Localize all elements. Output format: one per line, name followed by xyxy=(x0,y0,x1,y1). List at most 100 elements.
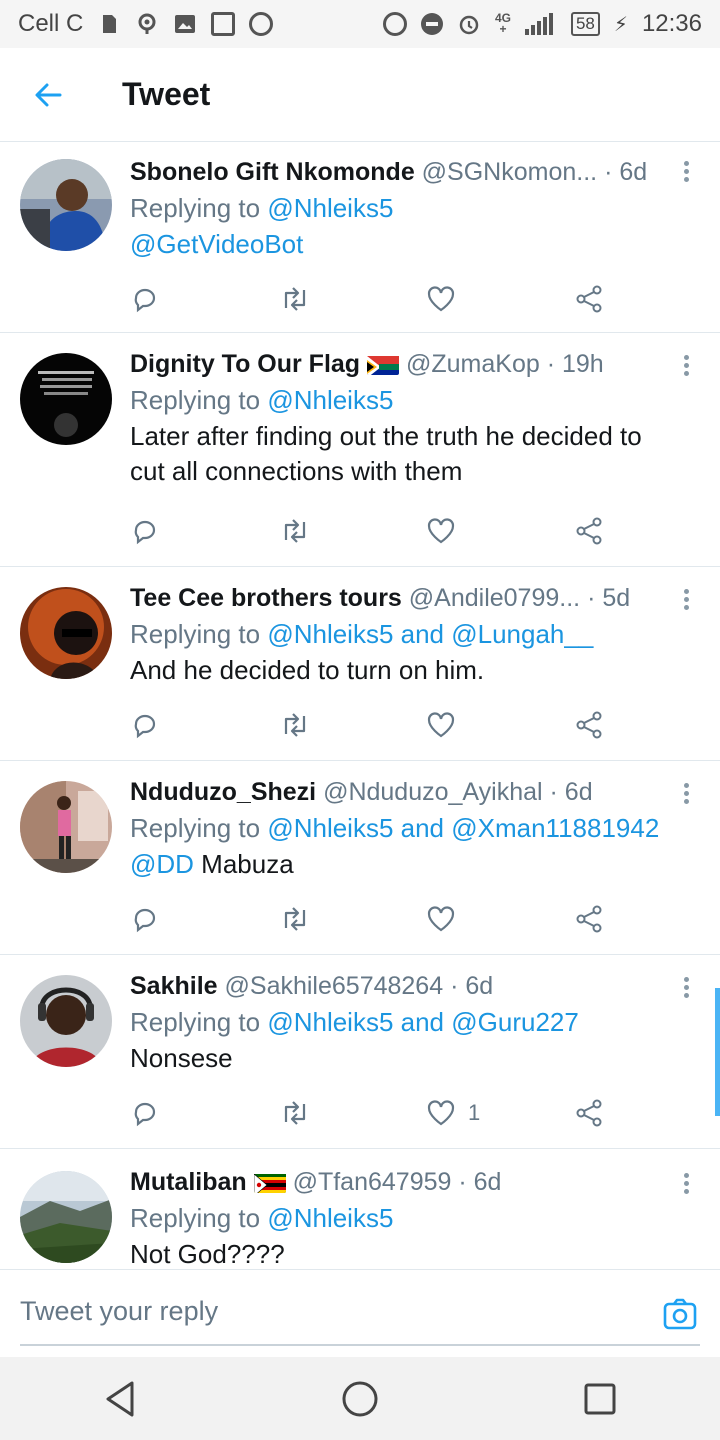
retweet-icon xyxy=(284,907,306,931)
author-handle[interactable]: @Tfan647959 xyxy=(293,1168,452,1196)
tweet-item[interactable]: Dignity To Our Flag @ZumaKop · 19h Reply… xyxy=(0,333,720,567)
tweet-actions: 1 xyxy=(130,1093,610,1133)
more-options-icon[interactable] xyxy=(684,1173,690,1197)
retweet-button[interactable] xyxy=(278,705,338,745)
whatsapp-icon xyxy=(249,12,274,36)
tweet-actions xyxy=(130,279,610,319)
nav-home-button[interactable] xyxy=(330,1369,390,1429)
avatar[interactable] xyxy=(20,1171,112,1263)
reply-mention-link[interactable]: @Nhleiks5 xyxy=(267,193,393,223)
avatar[interactable] xyxy=(20,353,112,445)
mention-link[interactable]: @GetVideoBot xyxy=(130,229,303,259)
alarm-icon xyxy=(457,12,481,36)
author-handle[interactable]: @Nduduzo_Ayikhal xyxy=(323,778,543,806)
heart-icon xyxy=(427,712,455,738)
reply-button[interactable] xyxy=(130,279,190,319)
retweet-button[interactable] xyxy=(278,511,338,551)
more-options-icon[interactable] xyxy=(684,589,690,613)
more-options-icon[interactable] xyxy=(684,161,690,185)
author-name[interactable]: Tee Cee brothers tours xyxy=(130,584,402,612)
author-name[interactable]: Dignity To Our Flag xyxy=(130,350,360,378)
scrollbar[interactable] xyxy=(715,988,720,1116)
back-button[interactable] xyxy=(18,65,78,125)
author-handle[interactable]: @ZumaKop xyxy=(406,350,540,378)
tweet-header: Nduduzo_Shezi @Nduduzo_Ayikhal · 6d xyxy=(130,775,680,809)
south-africa-flag-icon xyxy=(367,353,400,375)
author-name[interactable]: Mutaliban xyxy=(130,1168,247,1196)
signal-icon xyxy=(524,13,557,35)
more-options-icon[interactable] xyxy=(684,977,690,1001)
author-handle[interactable]: @SGNkomon... xyxy=(422,158,597,186)
page-title: Tweet xyxy=(122,76,211,112)
reply-mention-link[interactable]: @Nhleiks5 and @Lungah__ xyxy=(267,619,593,649)
nav-back-button[interactable] xyxy=(90,1369,150,1429)
tweet-time[interactable]: · 6d xyxy=(458,1168,501,1196)
camera-button[interactable] xyxy=(662,1296,698,1332)
top-app-bar: Tweet xyxy=(0,48,720,142)
tweet-header: Dignity To Our Flag @ZumaKop · 19h xyxy=(130,347,680,381)
avatar[interactable] xyxy=(20,587,112,679)
nav-recents-button[interactable] xyxy=(570,1369,630,1429)
tweet-header: Sbonelo Gift Nkomonde @SGNkomon... · 6d xyxy=(130,155,680,189)
tweet-time[interactable]: · 19h xyxy=(547,350,604,378)
reply-button[interactable] xyxy=(130,1093,190,1133)
author-name[interactable]: Nduduzo_Shezi xyxy=(130,778,316,806)
share-icon xyxy=(576,905,602,933)
like-button[interactable] xyxy=(426,511,486,551)
author-handle[interactable]: @Andile0799... xyxy=(409,584,580,612)
replying-to: Replying to @Nhleiks5 and @Lungah__ xyxy=(130,619,594,649)
reply-mention-link[interactable]: @Nhleiks5 and @Xman11881942 xyxy=(267,813,659,843)
reply-mention-link[interactable]: @Nhleiks5 xyxy=(267,1203,393,1233)
camera-icon xyxy=(663,1298,697,1330)
retweet-button[interactable] xyxy=(278,899,338,939)
reply-button[interactable] xyxy=(130,899,190,939)
share-button[interactable] xyxy=(574,279,634,319)
replies-list[interactable]: Sbonelo Gift Nkomonde @SGNkomon... · 6d … xyxy=(0,143,720,1269)
tweet-item[interactable]: Sbonelo Gift Nkomonde @SGNkomon... · 6d … xyxy=(0,143,720,333)
like-button[interactable] xyxy=(426,279,486,319)
like-button[interactable]: 1 xyxy=(426,1093,516,1133)
tweet-time[interactable]: · 5d xyxy=(587,584,630,612)
battery-icon: 58 xyxy=(570,12,600,36)
like-button[interactable] xyxy=(426,899,486,939)
share-button[interactable] xyxy=(574,705,634,745)
share-icon xyxy=(576,285,602,313)
network-type: 4G + xyxy=(494,11,511,36)
recents-square-icon xyxy=(584,1383,616,1414)
share-button[interactable] xyxy=(574,899,634,939)
share-button[interactable] xyxy=(574,511,634,551)
retweet-button[interactable] xyxy=(278,1093,338,1133)
tweet-item[interactable]: Sakhile @Sakhile65748264 · 6d Replying t… xyxy=(0,955,720,1149)
author-handle[interactable]: @Sakhile65748264 xyxy=(225,972,444,1000)
reply-button[interactable] xyxy=(130,705,190,745)
tweet-time[interactable]: · 6d xyxy=(550,778,593,806)
heart-icon xyxy=(427,906,455,932)
avatar[interactable] xyxy=(20,975,112,1067)
heart-icon xyxy=(427,1100,455,1126)
avatar[interactable] xyxy=(20,159,112,251)
author-name[interactable]: Sakhile xyxy=(130,972,218,1000)
reply-composer: Tweet your reply xyxy=(0,1269,720,1357)
replying-to: Replying to @Nhleiks5 and @Guru227 xyxy=(130,1007,579,1037)
more-options-icon[interactable] xyxy=(684,783,690,807)
avatar[interactable] xyxy=(20,781,112,873)
reply-input[interactable]: Tweet your reply xyxy=(20,1296,218,1327)
more-options-icon[interactable] xyxy=(684,355,690,379)
tweet-time[interactable]: · 6d xyxy=(604,158,647,186)
retweet-button[interactable] xyxy=(278,279,338,319)
tweet-item[interactable]: Nduduzo_Shezi @Nduduzo_Ayikhal · 6d Repl… xyxy=(0,761,720,955)
tweet-text: And he decided to turn on him. xyxy=(130,655,485,685)
mention-link[interactable]: @DD xyxy=(130,849,194,879)
reply-mention-link[interactable]: @Nhleiks5 and @Guru227 xyxy=(267,1007,579,1037)
tweet-item[interactable]: Mutaliban @Tfan647959 · 6d Replying to @… xyxy=(0,1149,720,1269)
author-name[interactable]: Sbonelo Gift Nkomonde xyxy=(130,158,415,186)
do-not-disturb-icon xyxy=(420,13,443,35)
reply-button[interactable] xyxy=(130,511,190,551)
carrier-label: Cell C xyxy=(18,10,84,37)
reply-mention-link[interactable]: @Nhleiks5 xyxy=(267,385,393,415)
tweet-time[interactable]: · 6d xyxy=(450,972,493,1000)
reply-icon xyxy=(134,714,156,739)
tweet-item[interactable]: Tee Cee brothers tours @Andile0799... · … xyxy=(0,567,720,761)
share-button[interactable] xyxy=(574,1093,634,1133)
like-button[interactable] xyxy=(426,705,486,745)
